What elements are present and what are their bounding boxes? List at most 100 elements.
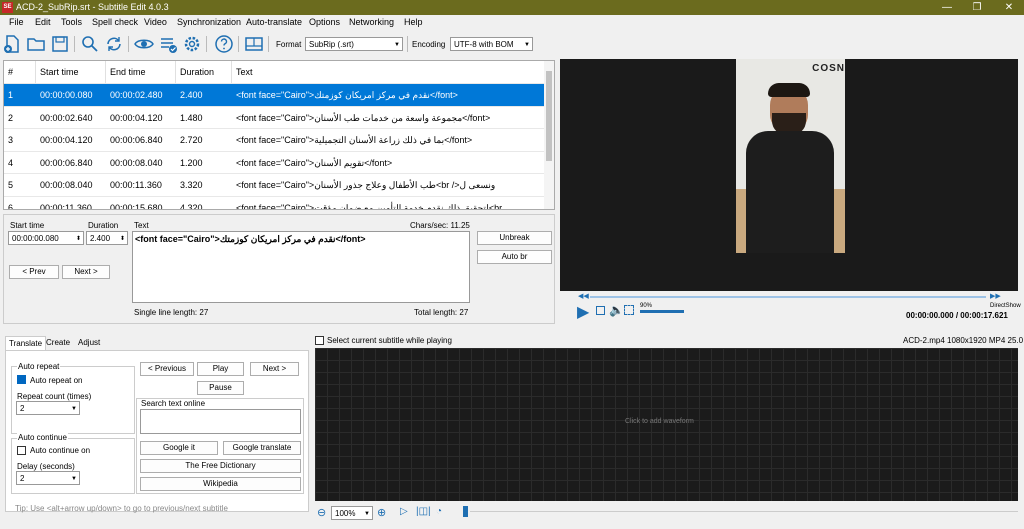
delay-select[interactable]: 2 ▼ (16, 471, 80, 485)
new-file-icon[interactable] (2, 34, 22, 54)
menu-auto-translate[interactable]: Auto-translate (246, 17, 302, 27)
duration-input[interactable]: 2.400 ⬍ (86, 231, 128, 245)
seek-bar[interactable] (590, 296, 986, 298)
stop-icon[interactable] (596, 306, 605, 315)
single-line-length: Single line length: 27 (134, 308, 209, 317)
start-time-input[interactable]: 00:00:00.080 ⬍ (8, 231, 84, 245)
format-select[interactable]: SubRip (.srt) ▼ (305, 37, 403, 51)
close-button[interactable]: ✕ (994, 0, 1024, 15)
waveform-position-thumb[interactable] (463, 506, 468, 517)
menu-file[interactable]: File (9, 17, 24, 27)
open-folder-icon[interactable] (26, 34, 46, 54)
col-header-start[interactable]: Start time (36, 61, 106, 83)
table-row[interactable]: 6 00:00:11.360 00:00:15.680 4.320 <font … (4, 195, 545, 209)
chars-per-sec: Chars/sec: 11.25 (410, 221, 470, 230)
encoding-label: Encoding (412, 40, 446, 49)
waveform-scroll-track[interactable] (470, 511, 1018, 512)
previous-button[interactable]: < Previous (140, 362, 194, 376)
auto-br-button[interactable]: Auto br (477, 250, 552, 264)
window-title: ACD-2_SubRip.srt - Subtitle Edit 4.0.3 (16, 2, 169, 12)
zoom-out-icon[interactable]: ⊖ (317, 506, 326, 519)
total-length: Total length: 27 (414, 308, 469, 317)
auto-repeat-label: Auto repeat (17, 362, 61, 371)
next-button[interactable]: Next > (62, 265, 110, 279)
tab-create[interactable]: Create (43, 336, 73, 350)
search-icon[interactable] (80, 34, 100, 54)
visual-sync-icon[interactable] (134, 34, 154, 54)
volume-slider[interactable] (640, 310, 684, 313)
zoom-in-icon[interactable]: ⊕ (377, 506, 386, 519)
time-display: 00:00:00.000 / 00:00:17.621 (906, 311, 1008, 320)
scrollbar-thumb[interactable] (546, 71, 552, 161)
encoding-select[interactable]: UTF-8 with BOM ▼ (450, 37, 533, 51)
zoom-select[interactable]: 100% ▼ (331, 506, 373, 520)
rewind-icon[interactable]: ◀◀ (578, 292, 589, 300)
text-label: Text (134, 221, 149, 230)
help-icon[interactable] (214, 34, 234, 54)
tab-adjust[interactable]: Adjust (75, 336, 103, 350)
select-while-playing-label: Select current subtitle while playing (327, 336, 452, 345)
col-header-number[interactable]: # (4, 61, 36, 83)
minimize-button[interactable]: — (932, 0, 962, 15)
menu-video[interactable]: Video (144, 17, 167, 27)
unbreak-button[interactable]: Unbreak (477, 231, 552, 245)
split-icon[interactable]: |◫| (416, 506, 431, 517)
settings-gear-icon[interactable] (182, 34, 202, 54)
wikipedia-button[interactable]: Wikipedia (140, 477, 301, 491)
menu-options[interactable]: Options (309, 17, 340, 27)
maximize-button[interactable]: ❐ (962, 0, 992, 15)
select-while-playing-checkbox[interactable] (315, 336, 324, 345)
subtitle-text-input[interactable]: <font face="Cairo">نقدم في مركز امريكان … (132, 231, 470, 303)
toolbar: Format SubRip (.srt) ▼ Encoding UTF-8 wit… (0, 30, 1024, 58)
free-dictionary-button[interactable]: The Free Dictionary (140, 459, 301, 473)
col-header-duration[interactable]: Duration (176, 61, 232, 83)
menu-networking[interactable]: Networking (349, 17, 394, 27)
play-button[interactable]: Play (197, 362, 244, 376)
play-icon[interactable]: ▶ (577, 302, 589, 322)
tab-translate[interactable]: Translate (5, 336, 47, 350)
google-it-button[interactable]: Google it (140, 441, 218, 455)
play-selection-icon[interactable]: ▷ (400, 506, 408, 517)
auto-continue-checkbox[interactable] (17, 446, 26, 455)
menu-bar: File Edit Tools Spell check Video Synchr… (0, 15, 1024, 30)
auto-continue-on-label: Auto continue on (30, 446, 91, 455)
file-info: ACD-2.mp4 1080x1920 MP4 25.0 (903, 336, 1024, 345)
title-bar: SE ACD-2_SubRip.srt - Subtitle Edit 4.0.… (0, 0, 1024, 15)
speed-icon[interactable]: ◔ (436, 506, 442, 517)
auto-repeat-checkbox[interactable] (17, 375, 26, 384)
google-translate-button[interactable]: Google translate (223, 441, 301, 455)
menu-synchronization[interactable]: Synchronization (177, 17, 241, 27)
next-subtitle-button[interactable]: Next > (250, 362, 299, 376)
layout-icon[interactable] (244, 34, 264, 54)
pause-button[interactable]: Pause (197, 381, 244, 395)
forward-icon[interactable]: ▶▶ (990, 292, 1001, 300)
fullscreen-icon[interactable] (624, 305, 634, 315)
waveform-area[interactable]: Click to add waveform (315, 348, 1018, 501)
table-row[interactable]: 5 00:00:08.040 00:00:11.360 3.320 <font … (4, 173, 545, 196)
video-frame: COSN (736, 59, 845, 253)
brand-text: COSN (812, 63, 845, 74)
tip-text: Tip: Use <alt+arrow up/down> to go to pr… (15, 504, 228, 513)
repeat-count-select[interactable]: 2 ▼ (16, 401, 80, 415)
prev-button[interactable]: < Prev (9, 265, 59, 279)
menu-spell-check[interactable]: Spell check (92, 17, 138, 27)
table-row[interactable]: 4 00:00:06.840 00:00:08.040 1.200 <font … (4, 150, 545, 174)
edit-panel: Start time 00:00:00.080 ⬍ Duration 2.400 ⬍… (3, 214, 555, 324)
replace-icon[interactable] (104, 34, 124, 54)
menu-tools[interactable]: Tools (61, 17, 82, 27)
duration-label: Duration (88, 221, 119, 230)
spell-check-icon[interactable] (158, 34, 178, 54)
table-row[interactable]: 1 00:00:00.080 00:00:02.480 2.400 <font … (4, 83, 545, 106)
save-icon[interactable] (50, 34, 70, 54)
table-row[interactable]: 3 00:00:04.120 00:00:06.840 2.720 <font … (4, 128, 545, 151)
search-text-input[interactable] (140, 409, 301, 434)
volume-icon[interactable]: 🔈 (609, 303, 624, 317)
subtitle-grid[interactable]: # Start time End time Duration Text 1 00… (3, 60, 555, 210)
table-row[interactable]: 2 00:00:02.640 00:00:04.120 1.480 <font … (4, 105, 545, 129)
menu-help[interactable]: Help (404, 17, 423, 27)
col-header-text[interactable]: Text (232, 61, 545, 83)
col-header-end[interactable]: End time (106, 61, 176, 83)
grid-scrollbar[interactable] (544, 61, 554, 209)
start-time-label: Start time (10, 221, 45, 230)
menu-edit[interactable]: Edit (35, 17, 51, 27)
